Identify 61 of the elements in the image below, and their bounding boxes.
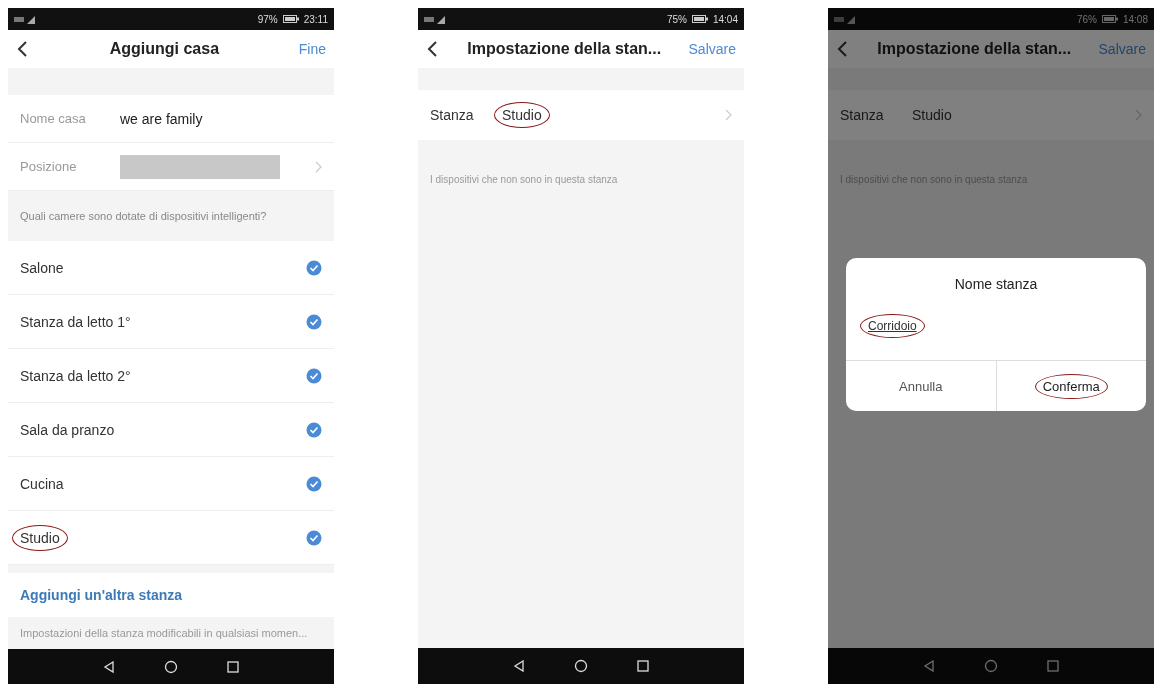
signal-icon	[424, 14, 446, 24]
back-triangle-icon[interactable]	[512, 659, 526, 673]
battery-percent: 76%	[1076, 13, 1097, 25]
field-label: Stanza	[840, 107, 885, 123]
footer-note: Impostazioni della stanza modificabili in qualsiasi momen...	[19, 626, 309, 641]
room-name: Stanza da letto 2°	[20, 367, 131, 384]
header-action-link[interactable]: Salvare	[688, 41, 736, 57]
field-label: Posizione	[20, 159, 78, 174]
battery-icon	[282, 15, 299, 23]
room-row[interactable]: Cucina	[8, 457, 334, 511]
room-row[interactable]: Stanza Studio	[418, 90, 744, 140]
room-name: Cucina	[20, 475, 64, 492]
room-name: Stanza da letto 1°	[20, 313, 131, 330]
battery-icon	[1101, 15, 1118, 23]
field-label: Stanza	[430, 107, 475, 123]
check-icon[interactable]	[306, 367, 322, 384]
section-note: I dispositivi che non sono in questa stanza	[429, 173, 619, 185]
room-name: Salone	[20, 259, 64, 276]
dialog-button[interactable]: Conferma	[995, 361, 1146, 411]
back-triangle-icon[interactable]	[102, 660, 116, 674]
room-row[interactable]: Stanza da letto 2°	[8, 349, 334, 403]
field-value: we are family	[120, 110, 203, 127]
screen-title: Impostazione della stan...	[876, 40, 1073, 58]
dialog-title: Nome stanza	[953, 275, 1039, 294]
check-icon[interactable]	[306, 259, 322, 276]
clock-time: 14:08	[1122, 13, 1148, 25]
check-icon[interactable]	[306, 529, 322, 546]
back-icon[interactable]	[16, 40, 30, 58]
section-label: Quali camere sono dotate di dispositivi intelligenti?	[19, 209, 268, 224]
chevron-icon	[314, 160, 322, 173]
battery-icon	[691, 15, 708, 23]
room-row[interactable]: Sala da pranzo	[8, 403, 334, 457]
home-circle-icon[interactable]	[164, 660, 178, 674]
battery-percent: 97%	[257, 13, 278, 25]
room-row[interactable]: Salone	[8, 241, 334, 295]
screen-title: Aggiungi casa	[108, 40, 221, 58]
screen-title: Impostazione della stan...	[466, 40, 663, 58]
header-action-link[interactable]: Fine	[298, 41, 326, 57]
room-name: Studio	[912, 107, 952, 123]
check-icon[interactable]	[306, 421, 322, 438]
signal-icon	[834, 14, 856, 24]
dialog-button[interactable]: Annulla	[846, 361, 996, 411]
check-icon[interactable]	[306, 475, 322, 492]
square-icon[interactable]	[636, 659, 650, 673]
battery-percent: 75%	[666, 13, 687, 25]
clock-time: 14:04	[712, 13, 738, 25]
square-icon[interactable]	[226, 660, 240, 674]
form-row[interactable]: Nome casa we are family	[8, 95, 334, 143]
back-icon[interactable]	[426, 40, 440, 58]
signal-icon	[14, 14, 36, 24]
room-row[interactable]: Stanza da letto 1°	[8, 295, 334, 349]
room-row[interactable]: Stanza Studio	[828, 90, 1154, 140]
chevron-icon	[724, 109, 732, 121]
check-icon[interactable]	[306, 313, 322, 330]
clock-time: 23:11	[303, 13, 328, 25]
home-circle-icon[interactable]	[574, 659, 588, 673]
add-room-link[interactable]: Aggiungi un'altra stanza	[8, 573, 334, 617]
chevron-icon	[1134, 109, 1142, 121]
room-row[interactable]: Studio	[8, 511, 334, 565]
field-label: Nome casa	[20, 111, 87, 126]
room-name: Sala da pranzo	[20, 421, 115, 438]
